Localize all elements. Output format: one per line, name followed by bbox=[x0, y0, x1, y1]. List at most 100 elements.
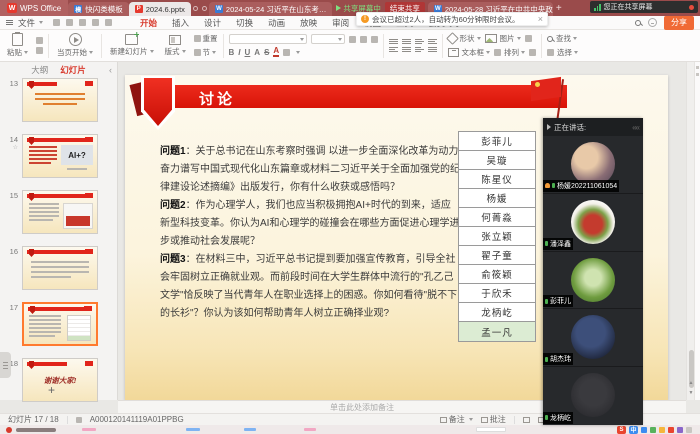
tab-active-pptx[interactable]: P 2024.6.pptx bbox=[129, 2, 191, 16]
save-icon[interactable] bbox=[53, 19, 60, 26]
wps-home-tab[interactable]: W WPS Office bbox=[0, 0, 68, 16]
play-from-current-button[interactable]: 当页开始 bbox=[54, 33, 96, 58]
tab-doc-0524[interactable]: W 2024-05-24 习近平在山东考… bbox=[209, 2, 332, 16]
tab-insert[interactable]: 插入 bbox=[172, 17, 189, 29]
section-button[interactable]: 节 bbox=[194, 47, 218, 58]
align-left-icon[interactable] bbox=[389, 47, 398, 52]
collapse-panel-icon[interactable]: ‹ bbox=[109, 65, 112, 75]
thumbnail-18[interactable]: 谢谢大家! bbox=[22, 358, 98, 402]
ime-tool-icon[interactable] bbox=[677, 427, 683, 433]
bold-button[interactable]: B bbox=[229, 48, 235, 57]
font-color-button[interactable]: A bbox=[273, 47, 279, 57]
participant-tile[interactable]: 彭菲儿 bbox=[543, 252, 643, 310]
arrange-button[interactable]: 排列 bbox=[494, 47, 525, 58]
normal-view-icon[interactable] bbox=[523, 417, 530, 423]
slides-tab[interactable]: 幻灯片 bbox=[60, 64, 86, 76]
tab-home[interactable]: 开始 bbox=[140, 17, 157, 29]
sogou-logo-icon[interactable]: S bbox=[617, 426, 626, 434]
ime-keyboard-icon[interactable] bbox=[686, 427, 692, 433]
line-spacing-icon[interactable] bbox=[428, 47, 437, 52]
discussion-questions-textbox[interactable]: 问题1：关于总书记在山东考察时强调 以进一步全面深化改革为动力 奋力谱写中国式现… bbox=[160, 143, 460, 323]
slide-thumb-17-selected[interactable]: 17 bbox=[0, 302, 117, 346]
align-right-icon[interactable] bbox=[415, 47, 424, 52]
slide-thumb-16[interactable]: 16 bbox=[0, 246, 117, 290]
object-icon[interactable] bbox=[529, 49, 536, 56]
share-button[interactable]: 分享 bbox=[664, 16, 694, 30]
layout-button[interactable]: 版式 bbox=[162, 35, 189, 57]
thumbnail-15[interactable] bbox=[22, 190, 98, 234]
number-list-icon[interactable] bbox=[402, 39, 411, 44]
slide-title[interactable]: 讨论 bbox=[199, 88, 235, 109]
preview-icon[interactable] bbox=[79, 19, 86, 26]
font-size-select[interactable] bbox=[311, 34, 345, 44]
tab-transition[interactable]: 切换 bbox=[236, 17, 253, 29]
textbox-button[interactable]: 文本框 bbox=[448, 47, 491, 58]
ime-tool-icon[interactable] bbox=[668, 427, 674, 433]
thumbnail-17[interactable] bbox=[22, 302, 98, 346]
underline-button[interactable]: U bbox=[245, 48, 251, 57]
undo-icon[interactable] bbox=[92, 19, 99, 26]
reset-button[interactable]: 重置 bbox=[194, 33, 218, 44]
tab-slideshow[interactable]: 放映 bbox=[300, 17, 317, 29]
increase-font-icon[interactable] bbox=[349, 36, 356, 43]
select-button[interactable]: 选择 bbox=[547, 47, 578, 58]
student-name-table[interactable]: 彭菲儿 吴璇 陈星仪 杨媛 何菁淼 张立颖 翟子童 俞筱颖 于欣禾 龙柄屹 孟一… bbox=[458, 131, 536, 342]
hamburger-icon[interactable] bbox=[6, 20, 13, 25]
copy-icon[interactable] bbox=[36, 47, 43, 54]
tab-design[interactable]: 设计 bbox=[204, 17, 221, 29]
participant-tile[interactable]: 杨媛202211061054 bbox=[543, 136, 643, 194]
thumbnail-13[interactable] bbox=[22, 78, 98, 122]
thumbnail-16[interactable] bbox=[22, 246, 98, 290]
slide-thumb-18[interactable]: 18 谢谢大家! bbox=[0, 358, 117, 402]
notes-toggle[interactable]: 备注 bbox=[440, 414, 473, 425]
indent-increase-icon[interactable] bbox=[428, 39, 437, 44]
ime-tool-icon[interactable] bbox=[650, 427, 656, 433]
outline-tab[interactable]: 大纲 bbox=[31, 64, 48, 76]
notification-close-icon[interactable]: × bbox=[538, 14, 543, 24]
strikethrough-button[interactable]: S bbox=[264, 48, 269, 57]
ime-lang-icon[interactable]: 中 bbox=[629, 426, 638, 434]
new-slide-button[interactable]: 新建幻灯片 bbox=[107, 34, 157, 57]
tab-animation[interactable]: 动画 bbox=[268, 17, 285, 29]
collapse-ribbon-icon[interactable] bbox=[648, 18, 657, 27]
collapse-panel-arrows-icon[interactable]: «« bbox=[632, 123, 639, 132]
avatar-insert-icon[interactable] bbox=[525, 35, 532, 42]
redo-icon[interactable] bbox=[105, 19, 112, 26]
animation-icon: ☆ bbox=[0, 144, 18, 151]
tab-review[interactable]: 审阅 bbox=[332, 17, 349, 29]
find-button[interactable]: 查找 bbox=[547, 33, 578, 44]
decrease-font-icon[interactable] bbox=[360, 36, 367, 43]
font-family-select[interactable] bbox=[229, 34, 307, 44]
file-menu[interactable]: 文件 bbox=[18, 17, 43, 29]
add-slide-button[interactable]: + bbox=[48, 383, 55, 397]
highlight-color-icon[interactable] bbox=[283, 49, 290, 56]
cut-icon[interactable] bbox=[36, 37, 43, 44]
more-format-icon[interactable] bbox=[296, 51, 300, 54]
print-icon[interactable] bbox=[66, 19, 73, 26]
thumbnail-14[interactable]: AI+? bbox=[22, 134, 98, 178]
italic-button[interactable]: I bbox=[238, 48, 240, 57]
participant-tile[interactable]: 龙柄屹 bbox=[543, 367, 643, 425]
bullet-list-icon[interactable] bbox=[389, 39, 398, 44]
participant-tile[interactable]: 胡杰玮 bbox=[543, 309, 643, 367]
align-center-icon[interactable] bbox=[402, 47, 411, 52]
slide-thumb-13[interactable]: 13 bbox=[0, 78, 117, 122]
tab-template[interactable]: 模 快闪类模板 bbox=[68, 2, 129, 16]
search-icon[interactable] bbox=[635, 20, 641, 26]
ime-tool-icon[interactable] bbox=[641, 427, 647, 433]
vertical-scrollbar[interactable]: ▲ ▼ bbox=[686, 62, 694, 400]
slide-thumb-15[interactable]: 15 bbox=[0, 190, 117, 234]
panel-drag-handle[interactable] bbox=[0, 352, 11, 378]
paste-button[interactable]: 粘贴 bbox=[4, 33, 31, 58]
clear-format-icon[interactable] bbox=[371, 36, 378, 43]
picture-button[interactable]: 图片 bbox=[485, 33, 521, 44]
indent-decrease-icon[interactable] bbox=[415, 39, 424, 44]
shapes-button[interactable]: 形状 bbox=[448, 33, 481, 44]
comments-toggle[interactable]: 批注 bbox=[481, 414, 506, 425]
app-icon[interactable] bbox=[6, 427, 12, 433]
participant-tile[interactable]: 潘泽鑫 bbox=[543, 194, 643, 252]
slide-thumb-14[interactable]: 14☆ AI+? bbox=[0, 134, 117, 178]
ime-tool-icon[interactable] bbox=[659, 427, 665, 433]
char-spacing-button[interactable]: A bbox=[254, 48, 260, 57]
new-tab-button[interactable]: + bbox=[553, 3, 565, 14]
